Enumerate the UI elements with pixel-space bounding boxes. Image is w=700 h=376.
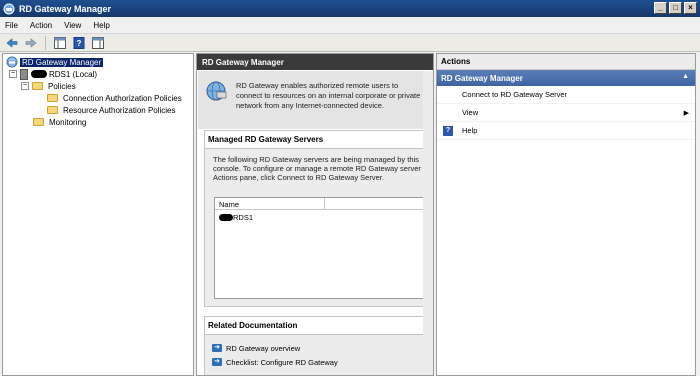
managed-servers-list[interactable]: Name RDS1 [214, 197, 433, 299]
column-header-name[interactable]: Name [215, 198, 325, 209]
forward-button[interactable] [23, 35, 39, 50]
console-tree: RD Gateway Manager − RDS1 (Local) − Poli… [2, 53, 194, 376]
tree-label-policies: Policies [48, 81, 76, 91]
svg-text:?: ? [77, 39, 82, 48]
menu-action[interactable]: Action [30, 21, 52, 30]
help-book-icon: ? [73, 36, 85, 49]
action-label: Help [462, 126, 478, 135]
close-button[interactable]: × [684, 2, 697, 14]
doc-link-label: RD Gateway overview [226, 343, 301, 353]
rd-gateway-app-icon [3, 3, 15, 15]
tree-node-resource-authorization-policies[interactable]: Resource Authorization Policies [47, 104, 178, 116]
center-pane: RD Gateway Manager RD Gateway enables au… [196, 53, 434, 376]
managed-servers-title: Managed RD Gateway Servers [205, 131, 430, 149]
list-header: Name [215, 198, 432, 210]
column-header-empty [325, 198, 432, 209]
show-hide-console-tree-button[interactable] [52, 35, 68, 50]
help-toolbar-button[interactable]: ? [71, 35, 87, 50]
tree-label-cap: Connection Authorization Policies [63, 93, 182, 103]
action-connect-to-rd-gateway-server[interactable]: Connect to RD Gateway Server [437, 86, 695, 104]
list-item-label: RDS1 [233, 213, 254, 222]
menu-file[interactable]: File [5, 21, 18, 30]
title-bar: RD Gateway Manager _ □ × [0, 0, 700, 17]
back-arrow-icon [6, 37, 18, 48]
link-arrow-icon: ➜ [212, 344, 222, 352]
doc-link-overview[interactable]: ➜ RD Gateway overview [205, 341, 430, 355]
tree-node-connection-authorization-policies[interactable]: Connection Authorization Policies [47, 92, 184, 104]
managed-servers-description: The following RD Gateway servers are bei… [205, 149, 430, 182]
tree-node-policies[interactable]: − Policies [21, 80, 78, 92]
related-documentation-section: Related Documentation ➜ RD Gateway overv… [204, 316, 431, 375]
maximize-button[interactable]: □ [669, 2, 682, 14]
show-hide-action-pane-button[interactable] [90, 35, 106, 50]
tree-node-rd-gateway-manager[interactable]: RD Gateway Manager [6, 56, 104, 68]
collapse-icon[interactable]: − [21, 82, 29, 90]
menu-view[interactable]: View [64, 21, 81, 30]
console-tree-icon [54, 36, 66, 49]
server-icon [20, 68, 28, 80]
intro-text: RD Gateway enables authorized remote use… [236, 81, 421, 110]
window-title: RD Gateway Manager [19, 3, 112, 14]
collapse-icon[interactable]: − [9, 70, 17, 78]
tree-node-monitoring[interactable]: Monitoring [33, 116, 88, 128]
action-label: View [462, 108, 479, 117]
actions-pane: Actions RD Gateway Manager ▲ Connect to … [436, 53, 696, 376]
doc-link-checklist[interactable]: ➜ Checklist: Configure RD Gateway [205, 355, 430, 369]
toolbar-separator [45, 35, 46, 50]
doc-link-label: Checklist: Configure RD Gateway [226, 357, 338, 367]
redacted-hostname [219, 214, 233, 221]
action-help[interactable]: ? Help [437, 122, 695, 140]
related-documentation-title: Related Documentation [205, 317, 430, 335]
tree-label-server: RDS1 (Local) [49, 69, 98, 79]
description-line: console. To configure or manage a remote… [213, 164, 421, 173]
menu-help[interactable]: Help [93, 21, 109, 30]
back-button[interactable] [4, 35, 20, 50]
folder-icon [47, 106, 58, 114]
folder-icon [33, 118, 44, 126]
description-line: The following RD Gateway servers are bei… [213, 155, 419, 164]
action-label: Connect to RD Gateway Server [462, 90, 568, 99]
minimize-button[interactable]: _ [654, 2, 667, 14]
tree-label-rap: Resource Authorization Policies [63, 105, 176, 115]
center-pane-header: RD Gateway Manager [197, 54, 433, 70]
tree-node-server[interactable]: − RDS1 (Local) [9, 68, 99, 80]
rd-gateway-icon [6, 56, 18, 68]
vertical-scrollbar[interactable] [423, 71, 433, 375]
actions-section-label: RD Gateway Manager [441, 73, 523, 83]
gateway-globe-icon [206, 81, 227, 101]
tree-label-monitoring: Monitoring [49, 117, 87, 127]
action-pane-icon [92, 36, 104, 49]
menu-bar: File Action View Help [0, 17, 700, 33]
toolbar: ? [0, 33, 700, 52]
forward-arrow-icon [25, 37, 37, 48]
description-line: Actions pane, click Connect to RD Gatewa… [213, 173, 384, 182]
folder-icon [47, 94, 58, 102]
actions-header: Actions [437, 54, 695, 70]
managed-servers-section: Managed RD Gateway Servers The following… [204, 130, 433, 307]
action-view[interactable]: View ▶ [437, 104, 695, 122]
link-arrow-icon: ➜ [212, 358, 222, 366]
collapse-caret-icon[interactable]: ▲ [682, 73, 689, 80]
tree-label-rd-gateway-manager: RD Gateway Manager [20, 57, 104, 67]
redacted-hostname [31, 70, 47, 78]
submenu-arrow-icon: ▶ [683, 109, 689, 117]
help-icon: ? [443, 125, 453, 136]
intro-panel: RD Gateway enables authorized remote use… [198, 71, 432, 129]
list-item[interactable]: RDS1 [215, 210, 432, 225]
folder-icon [32, 82, 43, 90]
actions-section-header[interactable]: RD Gateway Manager ▲ [437, 70, 695, 86]
